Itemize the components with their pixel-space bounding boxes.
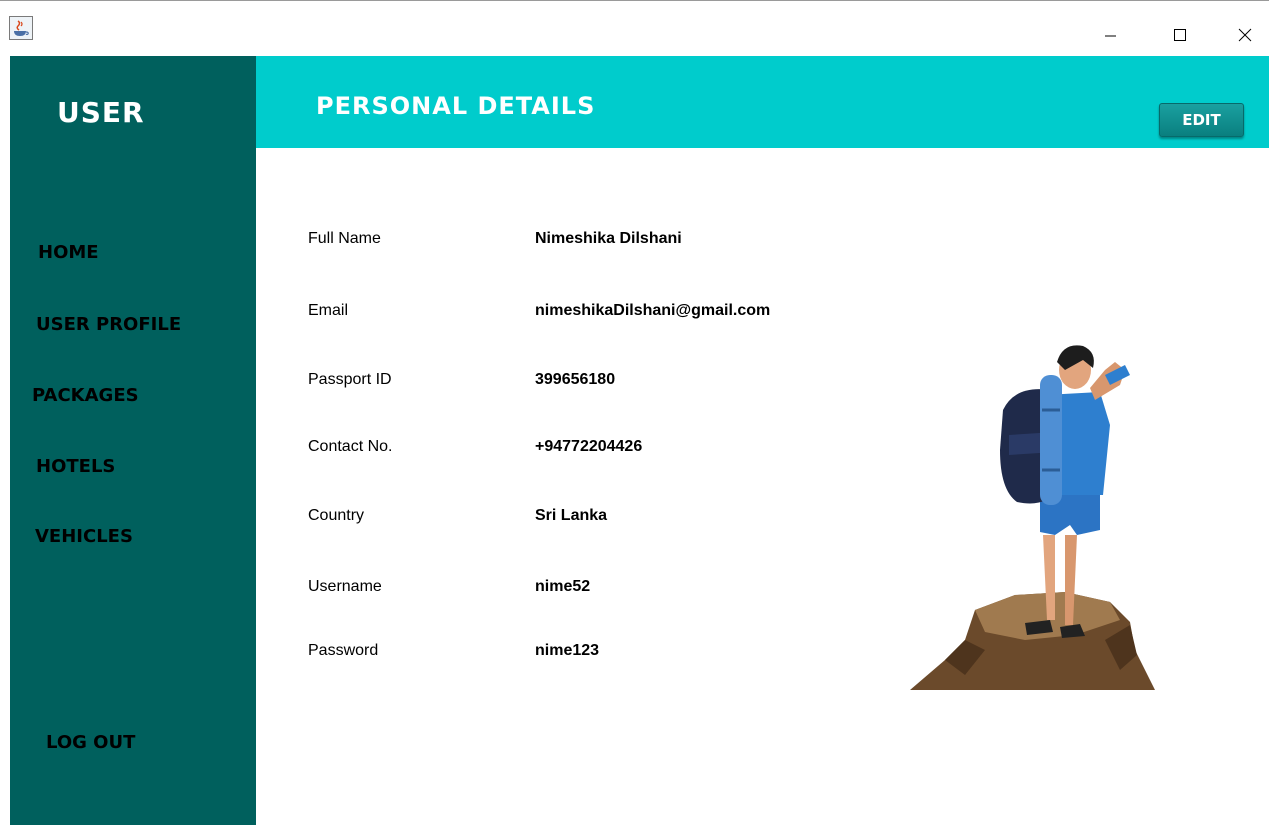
full-name-label: Full Name xyxy=(308,230,381,247)
hiker-illustration xyxy=(905,340,1160,695)
maximize-icon xyxy=(1174,29,1186,41)
close-icon xyxy=(1238,28,1252,42)
password-value: nime123 xyxy=(535,642,600,659)
username-label: Username xyxy=(308,578,382,595)
full-name-value: Nimeshika Dilshani xyxy=(535,230,682,247)
sidebar-title: USER xyxy=(57,96,145,129)
java-app-icon xyxy=(9,16,33,40)
logout-button[interactable]: LOG OUT xyxy=(46,732,135,753)
sidebar-item-hotels[interactable]: HOTELS xyxy=(36,456,115,477)
window-titlebar xyxy=(0,0,1269,56)
contact-no-label: Contact No. xyxy=(308,438,393,455)
passport-id-value: 399656180 xyxy=(535,371,616,388)
username-value: nime52 xyxy=(535,578,591,595)
contact-no-value: +94772204426 xyxy=(535,438,643,455)
minimize-button[interactable] xyxy=(1087,16,1133,46)
sidebar-item-vehicles[interactable]: VEHICLES xyxy=(35,526,133,547)
sidebar-item-packages[interactable]: PACKAGES xyxy=(32,385,139,406)
email-value: nimeshikaDilshani@gmail.com xyxy=(535,302,771,319)
password-label: Password xyxy=(308,642,379,659)
page-title: PERSONAL DETAILS xyxy=(316,92,596,120)
sidebar-item-home[interactable]: HOME xyxy=(38,242,99,263)
minimize-icon xyxy=(1105,35,1116,37)
sidebar-item-user-profile[interactable]: USER PROFILE xyxy=(36,314,181,335)
country-value: Sri Lanka xyxy=(535,507,608,524)
close-button[interactable] xyxy=(1222,16,1268,46)
country-label: Country xyxy=(308,507,365,524)
page-header: PERSONAL DETAILS EDIT xyxy=(256,56,1269,148)
edit-button[interactable]: EDIT xyxy=(1159,103,1244,137)
maximize-button[interactable] xyxy=(1156,16,1202,46)
passport-id-label: Passport ID xyxy=(308,371,392,388)
sidebar: USER HOME USER PROFILE PACKAGES HOTELS V… xyxy=(10,56,256,825)
email-label: Email xyxy=(308,302,349,319)
